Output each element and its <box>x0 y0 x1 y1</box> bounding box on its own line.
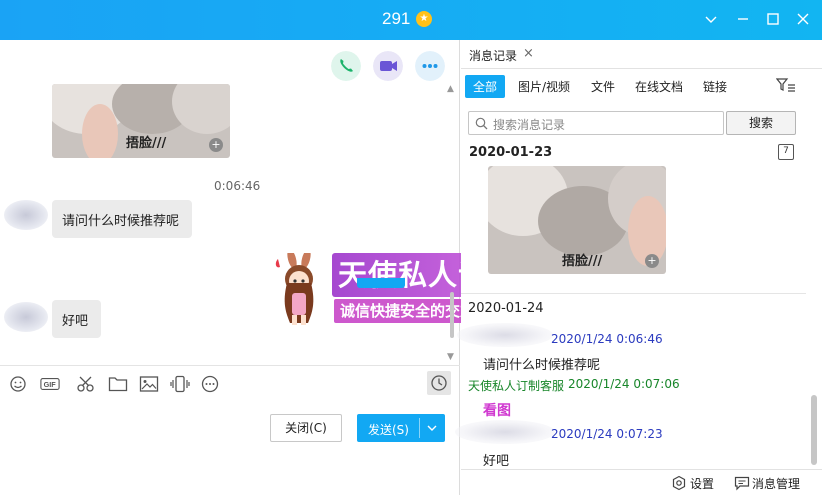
scroll-down-icon[interactable]: ▼ <box>447 352 454 362</box>
close-tab-icon[interactable]: × <box>523 46 534 61</box>
input-toolbar: GIF <box>0 365 460 401</box>
search-icon <box>475 117 488 130</box>
minimize-icon[interactable] <box>734 10 752 28</box>
close-chat-button[interactable]: 关闭(C) <box>270 414 342 442</box>
history-date: 2020-01-24 <box>468 301 544 316</box>
tab-message-history[interactable]: 消息记录 <box>469 47 517 64</box>
anime-girl-logo <box>275 253 314 325</box>
history-clock-icon <box>431 375 447 391</box>
more-options-icon[interactable] <box>415 51 445 81</box>
filter-tab-media[interactable]: 图片/视频 <box>518 78 570 95</box>
chevron-down-icon[interactable] <box>425 418 439 438</box>
message-time: 2020/1/24 0:07:23 <box>551 427 663 441</box>
more-icon[interactable] <box>200 375 220 393</box>
expand-icon[interactable]: + <box>645 254 659 268</box>
maximize-icon[interactable] <box>764 10 782 28</box>
filter-tab-all[interactable]: 全部 <box>465 75 506 98</box>
history-message-text: 看图 <box>483 403 511 419</box>
send-label: 发送(S) <box>368 423 409 437</box>
settings-gear-icon[interactable] <box>671 475 687 491</box>
window-title: 291 <box>382 9 411 28</box>
chat-scrollbar[interactable] <box>450 292 454 338</box>
history-footer: 设置 消息管理 <box>461 469 822 495</box>
message-time: 2020/1/24 0:06:46 <box>551 332 663 346</box>
hidden-outgoing-bubble <box>357 278 405 288</box>
history-message-text: 请问什么时候推荐呢 <box>483 358 601 373</box>
chevron-down-icon[interactable] <box>702 10 720 28</box>
tabbar-divider <box>461 68 822 69</box>
history-search-input[interactable]: 搜索消息记录 <box>468 111 724 135</box>
sender-name <box>457 323 553 347</box>
video-call-icon[interactable] <box>373 51 403 81</box>
search-placeholder: 搜索消息记录 <box>493 118 566 132</box>
title-bar: 291 ★ <box>0 0 822 40</box>
time-divider: 0:06:46 <box>214 179 261 193</box>
send-button[interactable]: 发送(S) <box>357 414 445 442</box>
filter-tab-files[interactable]: 文件 <box>591 78 615 95</box>
expand-icon[interactable]: + <box>209 138 223 152</box>
message-text: 好吧 <box>62 314 89 329</box>
filter-tab-links[interactable]: 链接 <box>703 78 727 95</box>
settings-link[interactable]: 设置 <box>690 475 714 492</box>
avatar[interactable] <box>4 302 48 332</box>
image-message[interactable]: 捂脸/// + <box>52 84 230 158</box>
history-scrollbar[interactable] <box>811 395 817 465</box>
history-button[interactable] <box>427 371 451 395</box>
calendar-icon[interactable]: 7 <box>778 144 794 160</box>
message-bubble: 请问什么时候推荐呢 <box>52 200 192 238</box>
avatar[interactable] <box>4 200 48 230</box>
image-caption: 捂脸/// <box>126 136 167 151</box>
sender-name: 天使私人订制客服 <box>468 379 565 393</box>
message-text: 请问什么时候推荐呢 <box>62 214 180 229</box>
send-divider <box>419 418 420 438</box>
image-icon[interactable] <box>139 375 159 393</box>
folder-icon[interactable] <box>108 375 128 393</box>
message-bubble: 好吧 <box>52 300 101 338</box>
svg-text:GIF: GIF <box>44 380 57 389</box>
history-date: 2020-01-23 <box>469 145 553 160</box>
filter-tab-docs[interactable]: 在线文档 <box>635 78 683 95</box>
message-time: 2020/1/24 0:07:06 <box>568 377 680 391</box>
history-image-message[interactable]: 捂脸/// + <box>488 166 666 274</box>
message-manage-link[interactable]: 消息管理 <box>752 475 800 492</box>
voice-call-icon[interactable] <box>331 51 361 81</box>
star-badge-icon: ★ <box>416 11 432 27</box>
sender-name <box>455 420 555 444</box>
scroll-up-icon[interactable]: ▲ <box>447 84 454 94</box>
shake-icon[interactable] <box>170 375 190 393</box>
scissors-icon[interactable] <box>76 375 96 393</box>
search-button[interactable]: 搜索 <box>726 111 796 135</box>
gif-icon[interactable]: GIF <box>40 375 60 393</box>
history-divider <box>461 293 806 294</box>
history-message-text: 好吧 <box>483 454 510 469</box>
filter-funnel-icon[interactable] <box>776 77 796 93</box>
message-manage-icon[interactable] <box>734 475 750 491</box>
image-caption: 捂脸/// <box>562 254 603 269</box>
emoji-icon[interactable] <box>9 375 29 393</box>
close-icon[interactable] <box>794 10 812 28</box>
message-history-panel: 消息记录 × 全部 图片/视频 文件 在线文档 链接 搜索消息记录 搜索 202… <box>455 40 822 495</box>
